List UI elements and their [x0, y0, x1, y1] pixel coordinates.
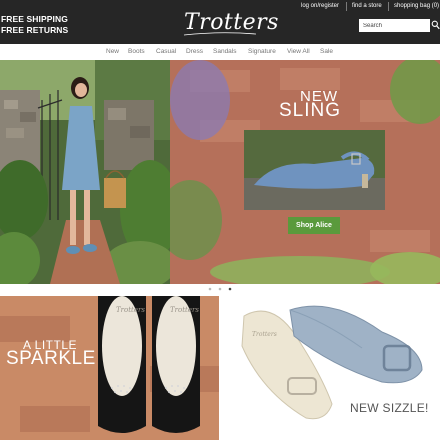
nav-item-signature[interactable]: Signature [248, 48, 276, 55]
carousel-dot[interactable] [228, 287, 232, 291]
nav-item-sale[interactable]: Sale [320, 48, 333, 55]
sizzle-headline: NEW SIZZLE! [350, 401, 429, 415]
promo-sizzle-tile[interactable]: Trotters [222, 296, 440, 440]
nav-item-casual[interactable]: Casual [156, 48, 176, 55]
site-header: FREE SHIPPING FREE RETURNS Trotters log … [0, 0, 440, 44]
nav-item-view-all[interactable]: View All [287, 48, 310, 55]
carousel-dot[interactable] [218, 287, 222, 291]
hero-banner[interactable]: NEW SLING Shop Alice [0, 60, 440, 284]
logo-swash-icon [183, 32, 257, 36]
carousel-dots[interactable] [205, 286, 235, 292]
svg-text:Trotters: Trotters [252, 331, 277, 338]
svg-text:Trotters: Trotters [116, 306, 145, 314]
util-divider [388, 2, 389, 11]
free-returns-text: FREE RETURNS [1, 25, 69, 35]
search-box [359, 19, 430, 32]
nav-item-sandals[interactable]: Sandals [213, 48, 237, 55]
log-on-register-link[interactable]: log on/register [301, 3, 339, 9]
hero-garden-photo [0, 60, 170, 284]
nav-item-new[interactable]: New [106, 48, 119, 55]
nav-item-boots[interactable]: Boots [128, 48, 145, 55]
sizzle-shoes-photo: Trotters [222, 296, 440, 440]
search-icon[interactable] [431, 20, 440, 30]
hero-headline-sling: SLING [279, 100, 342, 121]
carousel-dot[interactable] [208, 287, 212, 291]
sparkle-headline-line2: SPARKLE [6, 348, 96, 369]
shop-alice-button[interactable]: Shop Alice [288, 217, 340, 234]
svg-text:Trotters: Trotters [170, 306, 199, 314]
nav-item-dress[interactable]: Dress [186, 48, 203, 55]
shopping-bag-link[interactable]: shopping bag (0) [394, 3, 439, 9]
util-divider [346, 2, 347, 11]
find-store-link[interactable]: find a store [352, 3, 382, 9]
search-input[interactable] [360, 20, 429, 31]
hero-shoe-photo [244, 130, 385, 210]
free-shipping-text: FREE SHIPPING [1, 14, 68, 24]
main-nav: New Boots Casual Dress Sandals Signature… [0, 44, 440, 60]
